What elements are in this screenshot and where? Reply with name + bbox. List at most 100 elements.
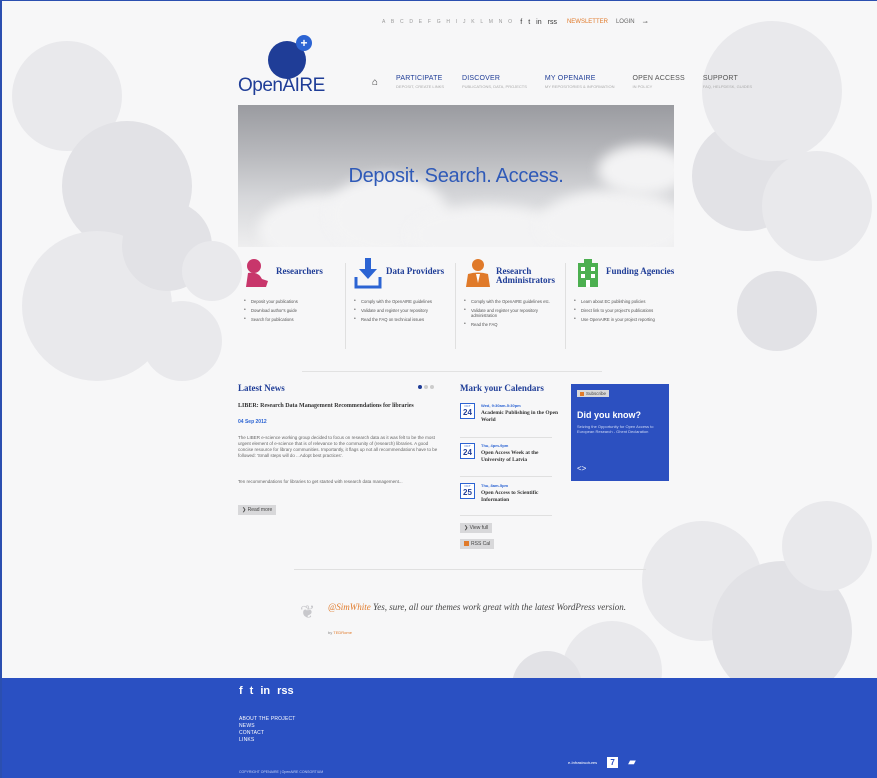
nav-my-openaire[interactable]: MY OPENAIRE MY REPOSITORIES & INFORMATIO…	[545, 75, 615, 89]
home-icon[interactable]: ⌂	[372, 77, 378, 88]
rss-icon	[580, 391, 584, 396]
footer-link-links[interactable]: LINKS	[239, 737, 296, 743]
main-nav: ⌂ PARTICIPATE DEPOSIT, CREATE LINKS DISC…	[372, 75, 752, 89]
latest-news-heading: Latest News	[238, 383, 285, 393]
cloud-shape	[538, 190, 674, 247]
nav-label: PARTICIPATE	[396, 75, 443, 82]
did-you-know-panel: Subscribe Did you know? Seizing the Oppo…	[571, 384, 669, 481]
audience-funding-agencies[interactable]: Funding Agencies Learn about EC publishi…	[568, 257, 674, 367]
rss-cal-label: RSS Cal	[471, 541, 491, 547]
nav-label: MY OPENAIRE	[544, 75, 596, 82]
chevron-right-icon: ❯	[464, 525, 469, 531]
audience-link[interactable]: Download author's guide	[244, 308, 342, 313]
audience-link[interactable]: Learn about EC publishing policies	[574, 299, 672, 304]
e-infrastructures-logo[interactable]: e-Infrastructures	[568, 760, 597, 765]
by-prefix: by	[328, 630, 333, 635]
fp7-logo[interactable]: 7	[607, 757, 619, 768]
audience-link[interactable]: Use OpenAIRE in your project reporting	[574, 317, 672, 322]
calendar-heading: Mark your Calendars	[460, 383, 544, 393]
event-title: Academic Publishing in the Open World	[481, 410, 558, 423]
column-divider	[345, 263, 346, 349]
column-divider	[565, 263, 566, 349]
audience-list: Deposit your publications Download autho…	[244, 299, 342, 326]
footer-link-news[interactable]: NEWS	[239, 723, 296, 729]
nav-participate[interactable]: PARTICIPATE DEPOSIT, CREATE LINKS	[396, 75, 444, 89]
audience-link[interactable]: Validate and register your repository ad…	[464, 308, 562, 318]
audience-link[interactable]: Search for publications	[244, 317, 342, 322]
footer-links: ABOUT THE PROJECT NEWS CONTACT LINKS	[239, 716, 296, 743]
did-you-know-text[interactable]: Seizing the Opportunity for Open Access …	[577, 424, 661, 434]
audience-link[interactable]: Read the FAQ on technical issues	[354, 317, 452, 322]
footer-social: f t in rss	[239, 685, 294, 697]
tweet-author: by TEDRome	[328, 630, 352, 635]
audience-link[interactable]: Direct link to your project's publicatio…	[574, 308, 672, 313]
news-date: 04 Sep 2012	[238, 419, 267, 425]
calendar-event[interactable]: OCT 25 Thu, 8am-5pm Open Access to Scien…	[460, 483, 556, 509]
audience-list: Comply with the OpenAIRE guidelines Vali…	[354, 299, 452, 326]
pager-dot[interactable]	[418, 385, 422, 389]
carousel-arrows[interactable]: <>	[577, 464, 586, 473]
facebook-icon[interactable]: f	[239, 685, 243, 697]
audience-title: Research Administrators	[496, 266, 555, 285]
audience-link[interactable]: Validate and register your repository	[354, 308, 452, 313]
audience-research-administrators[interactable]: Research Administrators Comply with the …	[458, 257, 558, 367]
calendar-divider	[460, 476, 552, 477]
tweet-author-name[interactable]: TEDRome	[333, 630, 352, 635]
copyright: COPYRIGHT OPENAIRE | OpenAIRE CONSORTIUM	[239, 770, 324, 774]
tweet-handle[interactable]: @SimWhite	[328, 602, 371, 612]
nav-sub: MY REPOSITORIES & INFORMATION	[544, 84, 615, 89]
nav-sub: DEPOSIT, CREATE LINKS	[396, 84, 444, 89]
newsletter-link[interactable]: NEWSLETTER	[567, 19, 608, 25]
section-divider	[294, 569, 646, 570]
twitter-icon[interactable]: t	[250, 685, 254, 697]
nav-open-access[interactable]: OPEN ACCESS IN POLICY	[632, 75, 684, 89]
twitter-icon[interactable]: t	[528, 19, 530, 26]
nav-label: DISCOVER	[461, 75, 501, 82]
hero-banner: Deposit. Search. Access.	[238, 105, 674, 247]
read-more-label: Read more	[247, 507, 273, 513]
calendar-divider	[460, 515, 552, 516]
news-pager	[418, 385, 434, 389]
calendar-divider	[460, 437, 552, 438]
nav-label: SUPPORT	[702, 75, 738, 82]
audience-researchers[interactable]: Researchers Deposit your publications Do…	[238, 257, 338, 367]
pager-dot[interactable]	[424, 385, 428, 389]
pager-dot[interactable]	[430, 385, 434, 389]
rss-icon[interactable]: rss	[277, 685, 294, 697]
column-divider	[455, 263, 456, 349]
audience-link[interactable]: Deposit your publications	[244, 299, 342, 304]
researcher-icon	[246, 259, 268, 287]
logo-plus-icon: +	[296, 35, 312, 51]
audience-link[interactable]: Comply with the OpenAIRE guidelines etc.	[464, 299, 562, 304]
rss-icon[interactable]: rss	[548, 19, 557, 26]
audience-link[interactable]: Comply with the OpenAIRE guidelines	[354, 299, 452, 304]
utility-bar: A B C D E F G H I J K L M N O f t in rss…	[382, 15, 682, 29]
openaire-logo[interactable]: + OpenAIRE	[238, 31, 338, 101]
chevron-right-icon: ❯	[242, 507, 247, 513]
nav-support[interactable]: SUPPORT FAQ, HELPDESK, GUIDES	[703, 75, 752, 89]
rss-cal-button[interactable]: RSS Cal	[460, 539, 495, 549]
footer-link-contact[interactable]: CONTACT	[239, 730, 296, 736]
news-body-2: Ten recommendations for libraries to get…	[238, 479, 403, 484]
footer-link-about[interactable]: ABOUT THE PROJECT	[239, 716, 296, 722]
login-link[interactable]: LOGIN	[616, 19, 635, 25]
alphabet-index[interactable]: A B C D E F G H I J K L M N O	[382, 19, 514, 25]
audience-data-providers[interactable]: Data Providers Comply with the OpenAIRE …	[348, 257, 448, 367]
nav-sub: PUBLICATIONS, DATA, PROJECTS	[461, 84, 527, 89]
calendar-event[interactable]: OCT 24 Wed, 9:30am-5:30pm Academic Publi…	[460, 403, 558, 429]
decor-bubble	[702, 21, 842, 161]
decor-bubble	[142, 301, 222, 381]
audience-link[interactable]: Read the FAQ	[464, 322, 562, 327]
facebook-icon[interactable]: f	[520, 19, 522, 26]
read-more-button[interactable]: ❯ Read more	[238, 505, 277, 515]
news-headline[interactable]: LIBER: Research Data Management Recommen…	[238, 403, 428, 410]
subscribe-button[interactable]: Subscribe	[577, 390, 610, 397]
nav-discover[interactable]: DISCOVER PUBLICATIONS, DATA, PROJECTS	[462, 75, 527, 89]
linkedin-icon[interactable]: in	[260, 685, 270, 697]
eu-flag-icon[interactable]: ▰	[628, 757, 636, 768]
subscribe-label: Subscribe	[586, 391, 607, 396]
view-full-button[interactable]: ❯ View full	[460, 523, 493, 533]
event-time: Thu, 4pm-9pm	[481, 443, 509, 448]
calendar-event[interactable]: OCT 24 Thu, 4pm-9pm Open Access Week at …	[460, 443, 556, 469]
linkedin-icon[interactable]: in	[536, 19, 541, 26]
